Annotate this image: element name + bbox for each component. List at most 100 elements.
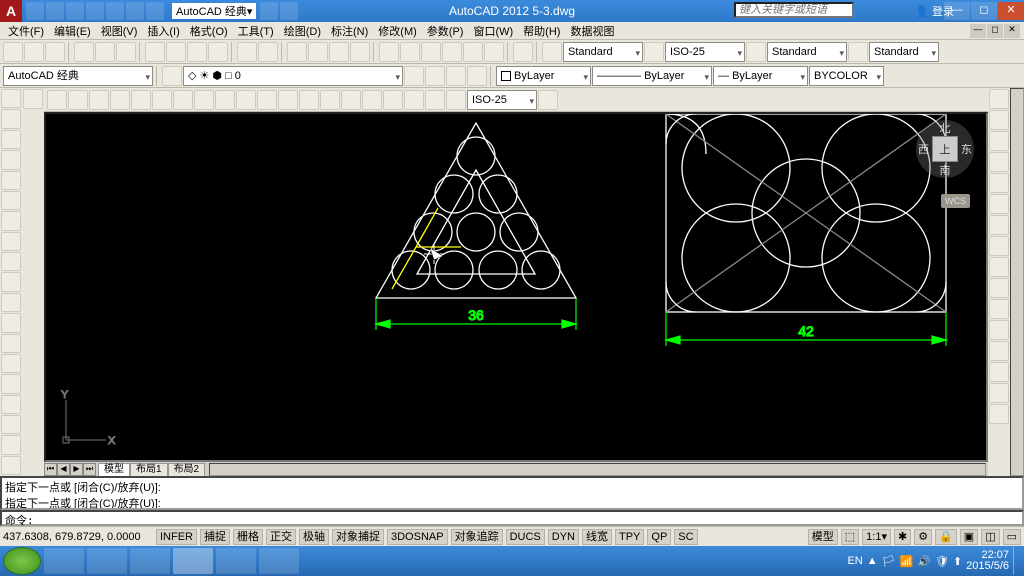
zoom-rt-icon[interactable] xyxy=(308,42,328,62)
circle-icon[interactable] xyxy=(1,211,21,230)
app-logo[interactable]: A xyxy=(0,0,22,22)
extend-icon[interactable] xyxy=(989,299,1009,319)
start-button[interactable] xyxy=(3,547,41,575)
viewcube-top[interactable]: 上 xyxy=(932,136,958,162)
mlstyle-icon[interactable] xyxy=(848,42,868,62)
region-icon[interactable] xyxy=(1,415,21,434)
tray-flag-icon[interactable]: 🏳 xyxy=(882,555,896,568)
properties-icon[interactable] xyxy=(379,42,399,62)
layer-uniso-icon[interactable] xyxy=(467,66,487,86)
tray-net-icon[interactable]: 📶 xyxy=(900,555,914,568)
dimspace-icon[interactable] xyxy=(278,90,298,110)
qat-extra2-icon[interactable] xyxy=(280,2,298,20)
layer-combo[interactable]: ◇ ☀ ⬢ □ 0 xyxy=(183,66,403,86)
status-lwt[interactable]: 线宽 xyxy=(582,529,612,545)
dim-style-combo[interactable]: ISO-25 xyxy=(665,42,745,62)
dimbreak-icon[interactable] xyxy=(299,90,319,110)
dimcont-icon[interactable] xyxy=(257,90,277,110)
coordinates-display[interactable]: 437.6308, 679.8729, 0.0000 xyxy=(3,531,153,543)
table-icon[interactable] xyxy=(1,435,21,454)
qat-open-icon[interactable] xyxy=(46,2,64,20)
qat-saveas-icon[interactable] xyxy=(86,2,104,20)
viewcube[interactable]: 北 南 西 东 上 xyxy=(916,120,974,178)
open-icon[interactable] xyxy=(24,42,44,62)
mtext-icon[interactable] xyxy=(1,456,21,475)
redo-icon[interactable] xyxy=(258,42,278,62)
layer-prev-icon[interactable] xyxy=(404,66,424,86)
dimrad-icon[interactable] xyxy=(131,90,151,110)
status-clean[interactable]: ▭ xyxy=(1003,529,1021,545)
status-polar[interactable]: 极轴 xyxy=(299,529,329,545)
textstyle-icon[interactable] xyxy=(542,42,562,62)
maximize-button[interactable]: ◻ xyxy=(971,2,997,20)
scale-icon[interactable] xyxy=(989,236,1009,256)
help-icon[interactable] xyxy=(513,42,533,62)
copyobj-icon[interactable] xyxy=(989,110,1009,130)
mirror-icon[interactable] xyxy=(989,131,1009,151)
save-icon[interactable] xyxy=(45,42,65,62)
preview-icon[interactable] xyxy=(95,42,115,62)
rectangle-icon[interactable] xyxy=(1,171,21,190)
qat-redo-icon[interactable] xyxy=(146,2,164,20)
arc-icon[interactable] xyxy=(1,191,21,210)
layer-iso-icon[interactable] xyxy=(446,66,466,86)
ml-style-combo[interactable]: Standard xyxy=(869,42,939,62)
show-desktop-button[interactable] xyxy=(1013,547,1021,575)
layer-state-icon[interactable] xyxy=(425,66,445,86)
status-iso[interactable]: ◫ xyxy=(981,529,999,545)
workspace-selector[interactable]: AutoCAD 经典 ▾ xyxy=(172,3,256,19)
linetype-combo[interactable]: ———— ByLayer xyxy=(592,66,712,86)
dimbase-icon[interactable] xyxy=(236,90,256,110)
menu-insert[interactable]: 插入(I) xyxy=(143,23,183,39)
tab-layout2[interactable]: 布局2 xyxy=(168,463,206,476)
erase-icon[interactable] xyxy=(989,89,1009,109)
polygon-icon[interactable] xyxy=(1,150,21,169)
status-snap[interactable]: 捕捉 xyxy=(200,529,230,545)
ellipse-icon[interactable] xyxy=(1,272,21,291)
tray-vol-icon[interactable]: 🔊 xyxy=(917,555,931,568)
stretch-icon[interactable] xyxy=(989,257,1009,277)
diminspect-icon[interactable] xyxy=(362,90,382,110)
tray-safe-icon[interactable]: ⬆ xyxy=(953,555,962,568)
tolerance-icon[interactable] xyxy=(320,90,340,110)
fillet-icon[interactable] xyxy=(989,383,1009,403)
menu-dim[interactable]: 标注(N) xyxy=(327,23,372,39)
status-ortho[interactable]: 正交 xyxy=(266,529,296,545)
minimize-button[interactable]: — xyxy=(944,2,970,20)
sheetset-icon[interactable] xyxy=(442,42,462,62)
menu-data[interactable]: 数据视图 xyxy=(566,23,618,39)
menu-draw[interactable]: 绘图(D) xyxy=(280,23,325,39)
status-3dosnap[interactable]: 3DOSNAP xyxy=(387,529,448,545)
status-hw[interactable]: ▣ xyxy=(960,529,978,545)
menu-edit[interactable]: 编辑(E) xyxy=(50,23,95,39)
markup-icon[interactable] xyxy=(463,42,483,62)
status-ducs[interactable]: DUCS xyxy=(506,529,545,545)
status-grid[interactable]: 栅格 xyxy=(233,529,263,545)
print-icon[interactable] xyxy=(74,42,94,62)
quickcalc-icon[interactable] xyxy=(484,42,504,62)
trim-icon[interactable] xyxy=(989,278,1009,298)
tab-prev-button[interactable]: ◀ xyxy=(57,463,70,476)
task-ppt-icon[interactable] xyxy=(216,548,256,574)
tray-date[interactable]: 2015/5/6 xyxy=(966,561,1009,572)
chamfer-icon[interactable] xyxy=(989,362,1009,382)
status-dyn[interactable]: DYN xyxy=(548,529,579,545)
task-recorder-icon[interactable] xyxy=(259,548,299,574)
tray-shield-icon[interactable]: 🛡 xyxy=(935,555,949,568)
point-icon[interactable] xyxy=(1,354,21,373)
zoom-prev-icon[interactable] xyxy=(350,42,370,62)
table-style-combo[interactable]: Standard xyxy=(767,42,847,62)
task-qq-icon[interactable] xyxy=(130,548,170,574)
doc-close-button[interactable]: ✕ xyxy=(1004,24,1020,38)
dimstylemgr-icon[interactable] xyxy=(538,90,558,110)
command-history[interactable]: 指定下一点或 [闭合(C)/放弃(U)]: 指定下一点或 [闭合(C)/放弃(U… xyxy=(0,476,1024,510)
pan-icon[interactable] xyxy=(287,42,307,62)
qat-extra1-icon[interactable] xyxy=(260,2,278,20)
dimstyle-icon[interactable] xyxy=(644,42,664,62)
move-icon[interactable] xyxy=(989,194,1009,214)
menu-view[interactable]: 视图(V) xyxy=(97,23,142,39)
qat-save-icon[interactable] xyxy=(66,2,84,20)
hscrollbar[interactable] xyxy=(209,463,986,476)
plotstyle-combo[interactable]: BYCOLOR xyxy=(809,66,884,86)
dimarc-icon[interactable] xyxy=(89,90,109,110)
